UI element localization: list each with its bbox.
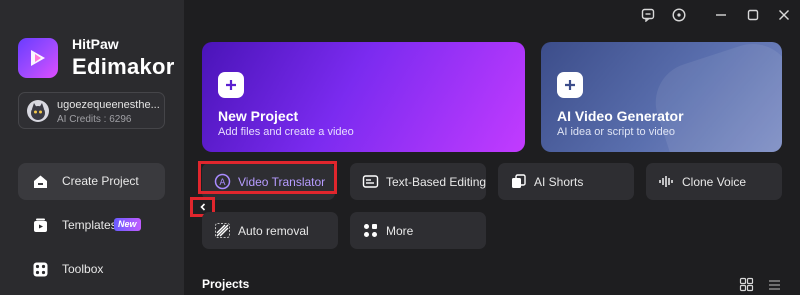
removal-icon [215, 223, 230, 238]
ai-shorts-button[interactable]: AI Shorts [498, 163, 634, 200]
new-project-title: New Project [218, 108, 299, 124]
feedback-icon[interactable] [639, 6, 657, 24]
plus-icon [557, 72, 583, 98]
more-button[interactable]: More [350, 212, 486, 249]
auto-removal-button[interactable]: Auto removal [202, 212, 338, 249]
tool-label: Text-Based Editing [386, 175, 487, 189]
tool-label: Clone Voice [682, 175, 747, 189]
list-view-icon[interactable] [767, 277, 782, 292]
brand-product: Edimakor [72, 54, 175, 79]
sidebar-item-label: Toolbox [62, 262, 104, 276]
new-project-card[interactable]: New Project Add files and create a video [202, 42, 525, 152]
app-logo [18, 38, 58, 78]
templates-icon [34, 218, 47, 232]
waveform-icon [659, 176, 673, 187]
minimize-icon[interactable] [712, 6, 730, 24]
text-edit-icon [362, 175, 379, 188]
tool-label: Auto removal [238, 224, 309, 238]
ai-video-generator-card[interactable]: AI Video Generator AI idea or script to … [541, 42, 782, 152]
sidebar-item-label: Templates [62, 218, 117, 232]
maximize-icon[interactable] [744, 6, 762, 24]
sidebar-item-templates[interactable]: Templates New [18, 207, 165, 244]
more-grid-icon [364, 224, 377, 237]
plus-icon [218, 72, 244, 98]
new-badge: New [114, 218, 141, 231]
shorts-icon [512, 174, 526, 188]
new-project-subtitle: Add files and create a video [218, 126, 354, 138]
sidebar: HitPaw Edimakor ugoezequeenesthe... AI C… [0, 0, 184, 295]
ai-video-title: AI Video Generator [557, 108, 684, 124]
toolbox-icon [33, 262, 48, 277]
ai-credits: AI Credits : 6296 [57, 114, 132, 125]
sidebar-item-label: Create Project [62, 174, 139, 188]
highlight-frame [198, 161, 337, 194]
user-card[interactable]: ugoezequeenesthe... AI Credits : 6296 [18, 92, 165, 129]
user-name: ugoezequeenesthe... [57, 99, 160, 111]
text-based-editing-button[interactable]: Text-Based Editing [350, 163, 486, 200]
avatar [27, 100, 49, 122]
grid-view-icon[interactable] [739, 277, 754, 292]
brand-name: HitPaw [72, 36, 119, 52]
home-icon [34, 175, 47, 188]
ai-video-subtitle: AI idea or script to video [557, 126, 676, 138]
chevron-left-icon [199, 203, 205, 211]
tool-label: More [386, 224, 414, 238]
close-icon[interactable] [775, 6, 793, 24]
sidebar-item-toolbox[interactable]: Toolbox [18, 251, 165, 288]
projects-heading: Projects [202, 277, 250, 291]
tool-label: AI Shorts [534, 175, 584, 189]
clone-voice-button[interactable]: Clone Voice [646, 163, 782, 200]
sidebar-item-create-project[interactable]: Create Project [18, 163, 165, 200]
info-icon[interactable] [670, 6, 688, 24]
